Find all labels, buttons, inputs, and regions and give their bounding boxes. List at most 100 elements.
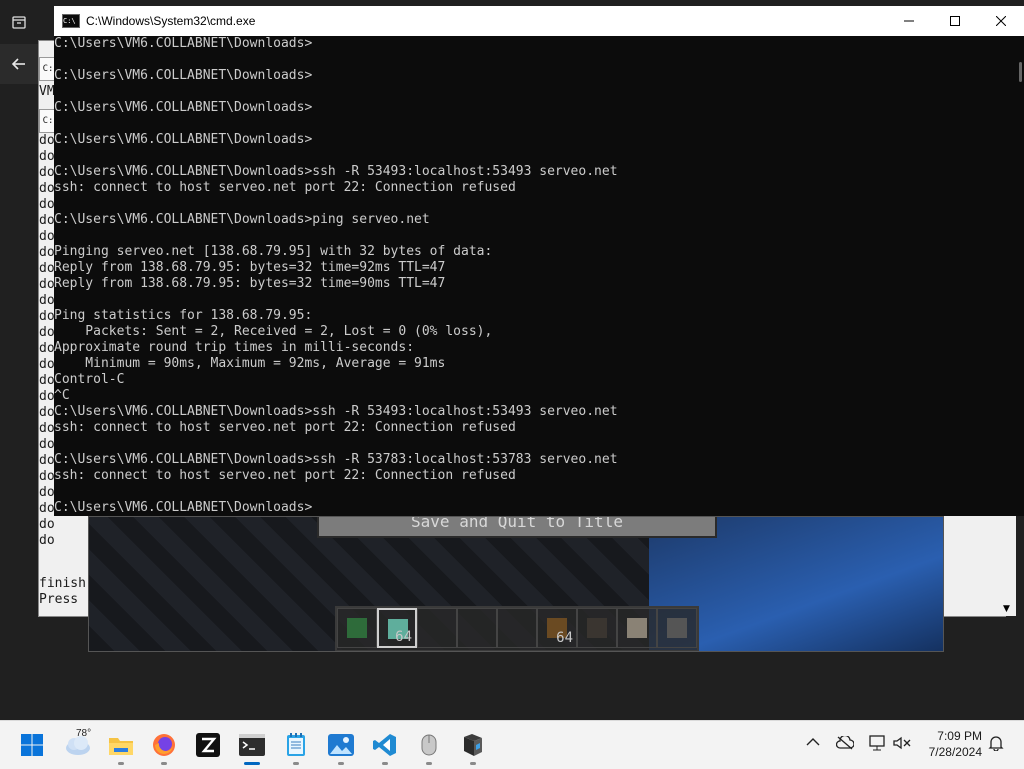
background-tab-label: C: bbox=[42, 116, 54, 126]
desktop: C: VM C: do do do do do do do do do do do do do do do d… bbox=[0, 0, 1024, 720]
clock-date: 7/28/2024 bbox=[928, 745, 982, 759]
hotbar[interactable]: 64 64 bbox=[335, 606, 699, 651]
clock-time: 7:09 PM bbox=[937, 729, 982, 743]
background-line: do bbox=[39, 485, 55, 500]
console-line: Reply from 138.68.79.95: bytes=32 time=9… bbox=[54, 276, 446, 291]
console-line: C:\Users\VM6.COLLABNET\Downloads>ping se… bbox=[54, 212, 430, 227]
background-line: do bbox=[39, 133, 55, 148]
firefox-icon[interactable] bbox=[148, 729, 180, 765]
console-line: C:\Users\VM6.COLLABNET\Downloads>ssh -R … bbox=[54, 164, 618, 179]
hotbar-slot[interactable]: 64 bbox=[537, 608, 577, 648]
window-title: C:\Windows\System32\cmd.exe bbox=[86, 14, 256, 28]
back-arrow-icon[interactable] bbox=[0, 44, 38, 84]
background-line: do bbox=[39, 517, 55, 532]
terminal-icon[interactable] bbox=[236, 729, 268, 765]
side-rail bbox=[0, 0, 38, 720]
background-line: do bbox=[39, 469, 55, 484]
hotbar-slot[interactable] bbox=[577, 608, 617, 648]
background-line: do bbox=[39, 533, 55, 548]
close-button[interactable] bbox=[978, 6, 1024, 36]
background-line: do bbox=[39, 437, 55, 452]
hotbar-slot[interactable] bbox=[457, 608, 497, 648]
weather-temperature: 78° bbox=[76, 728, 92, 739]
hotbar-slot[interactable] bbox=[497, 608, 537, 648]
console-line: C:\Users\VM6.COLLABNET\Downloads> bbox=[54, 500, 313, 515]
background-line: do bbox=[39, 405, 55, 420]
console-output[interactable]: C:\Users\VM6.COLLABNET\Downloads> C:\User… bbox=[54, 36, 1008, 516]
hotbar-slot[interactable] bbox=[657, 608, 697, 648]
console-line: Approximate round trip times in milli-se… bbox=[54, 340, 415, 355]
background-line: do bbox=[39, 325, 55, 340]
console-line: Minimum = 90ms, Maximum = 92ms, Average … bbox=[54, 356, 446, 371]
minimize-button[interactable] bbox=[886, 6, 932, 36]
notepad-icon[interactable] bbox=[280, 729, 312, 765]
background-line: do bbox=[39, 341, 55, 356]
hotbar-item bbox=[347, 618, 367, 638]
console-line: C:\Users\VM6.COLLABNET\Downloads> bbox=[54, 36, 313, 51]
background-line: do bbox=[39, 277, 55, 292]
title-bar[interactable]: C:\ C:\Windows\System32\cmd.exe bbox=[54, 6, 1024, 36]
console-line: ssh: connect to host serveo.net port 22:… bbox=[54, 180, 516, 195]
archive-icon[interactable] bbox=[0, 2, 38, 42]
background-scroll-strip[interactable]: ▼ bbox=[1000, 516, 1016, 616]
hotbar-slot[interactable] bbox=[337, 608, 377, 648]
network-icon[interactable] bbox=[868, 735, 886, 754]
scrollbar-thumb[interactable] bbox=[1019, 62, 1022, 82]
save-and-quit-button[interactable]: Save and Quit to Title bbox=[317, 517, 717, 538]
minecraft-icon[interactable] bbox=[457, 729, 489, 765]
chevron-up-icon[interactable] bbox=[806, 736, 820, 750]
hotbar-count: 64 bbox=[395, 629, 412, 645]
notification-bell-icon[interactable] bbox=[988, 735, 1004, 754]
game-window[interactable]: Save and Quit to Title 64 64 bbox=[88, 516, 944, 652]
console-line: C:\Users\VM6.COLLABNET\Downloads> bbox=[54, 100, 313, 115]
scroll-down-arrow-icon[interactable]: ▼ bbox=[1003, 604, 1010, 614]
background-footer: finish Press bbox=[39, 576, 86, 608]
start-icon[interactable] bbox=[16, 729, 48, 761]
console-scrollbar[interactable] bbox=[1008, 36, 1024, 516]
background-line: do bbox=[39, 293, 55, 308]
clock[interactable]: 7:09 PM 7/28/2024 bbox=[920, 728, 982, 760]
maximize-button[interactable] bbox=[932, 6, 978, 36]
background-line: do bbox=[39, 213, 55, 228]
hotbar-slot[interactable] bbox=[617, 608, 657, 648]
background-line-list: do do do do do do do do do do do do do do do do do do do do… bbox=[39, 133, 55, 549]
background-line: do bbox=[39, 181, 55, 196]
background-line: do bbox=[39, 453, 55, 468]
background-line: do bbox=[39, 389, 55, 404]
background-line: do bbox=[39, 309, 55, 324]
background-first-line: VM bbox=[39, 84, 55, 99]
photos-icon[interactable] bbox=[325, 729, 357, 765]
console-line: ^C bbox=[54, 388, 70, 403]
cloud-offline-icon[interactable] bbox=[835, 734, 855, 753]
background-line: do bbox=[39, 501, 55, 516]
hotbar-slot[interactable] bbox=[417, 608, 457, 648]
background-footer-line: Press bbox=[39, 592, 79, 607]
mouse-app-icon[interactable] bbox=[413, 729, 445, 765]
background-footer-line: finish bbox=[39, 576, 86, 591]
speaker-muted-icon[interactable] bbox=[893, 736, 911, 753]
console-line: Pinging serveo.net [138.68.79.95] with 3… bbox=[54, 244, 493, 259]
console-line: Ping statistics for 138.68.79.95: bbox=[54, 308, 313, 323]
console-line: C:\Users\VM6.COLLABNET\Downloads> bbox=[54, 132, 313, 147]
vscode-icon[interactable] bbox=[369, 729, 401, 765]
zed-icon[interactable] bbox=[192, 729, 224, 761]
background-line: do bbox=[39, 149, 55, 164]
cmd-window[interactable]: C:\ C:\Windows\System32\cmd.exe C:\Users… bbox=[54, 6, 1024, 516]
hotbar-item bbox=[627, 618, 647, 638]
hotbar-count: 64 bbox=[556, 630, 573, 646]
background-line: do bbox=[39, 229, 55, 244]
hotbar-slot[interactable]: 64 bbox=[377, 608, 417, 648]
file-explorer-icon[interactable] bbox=[105, 729, 137, 765]
hotbar-item bbox=[587, 618, 607, 638]
cmd-app-icon-label: C:\ bbox=[63, 17, 76, 25]
background-tab-label: C: bbox=[42, 64, 54, 74]
background-line: do bbox=[39, 197, 55, 212]
